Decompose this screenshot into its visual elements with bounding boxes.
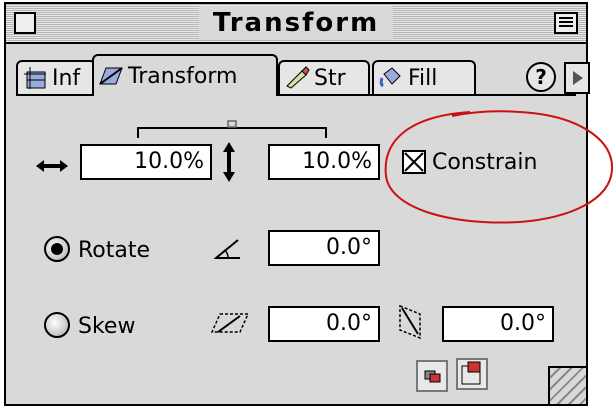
scale-height-input[interactable]: 10.0% [268,144,380,180]
transform-panel: Transform Inf Transform Str Fill ? 10.0%… [4,2,590,406]
link-bracket-icon [137,120,327,138]
constrain-checkbox[interactable] [402,150,426,174]
tab-transform-label: Transform [128,63,238,89]
title-bar[interactable]: Transform [6,4,586,44]
apply-button[interactable] [456,358,488,390]
constrain-label: Constrain [432,150,538,175]
skew-horizontal-input[interactable]: 0.0° [268,306,380,342]
vertical-scale-icon [223,142,235,182]
skew-radio[interactable] [44,312,70,338]
collapse-box[interactable] [554,12,578,34]
window-title: Transform [198,6,394,40]
info-icon [24,67,46,89]
rotate-radio[interactable] [44,236,70,262]
scale-width-input[interactable]: 10.0% [80,144,212,180]
tab-transform[interactable]: Transform [92,54,278,96]
close-box[interactable] [14,12,36,34]
stroke-icon [286,66,310,89]
horizontal-scale-icon [36,160,68,172]
skew-vertical-input[interactable]: 0.0° [442,306,554,342]
copy-button[interactable] [416,360,448,392]
checkbox-x-mark-icon [404,152,424,172]
tab-fill[interactable]: Fill [372,60,476,94]
fill-icon [379,67,401,88]
tab-info-label: Inf [52,65,81,91]
rotate-label: Rotate [78,238,151,263]
tab-row: Inf Transform Str Fill ? [16,54,590,96]
tab-stroke[interactable]: Str [278,60,370,94]
help-button[interactable]: ? [526,62,556,92]
tab-fill-label: Fill [408,65,438,91]
tab-scroll-right-arrow[interactable] [564,62,590,94]
transform-icon [99,67,123,85]
tab-info[interactable]: Inf [16,60,96,94]
rotate-angle-icon [214,239,240,259]
skew-label: Skew [78,314,136,339]
rotate-angle-input[interactable]: 0.0° [268,230,380,266]
skew-horizontal-icon [210,313,250,333]
resize-grip[interactable] [548,366,586,404]
skew-vertical-icon [399,304,421,340]
tab-stroke-label: Str [314,65,346,91]
apply-transform-icon [461,361,481,385]
copy-icon [424,370,441,383]
